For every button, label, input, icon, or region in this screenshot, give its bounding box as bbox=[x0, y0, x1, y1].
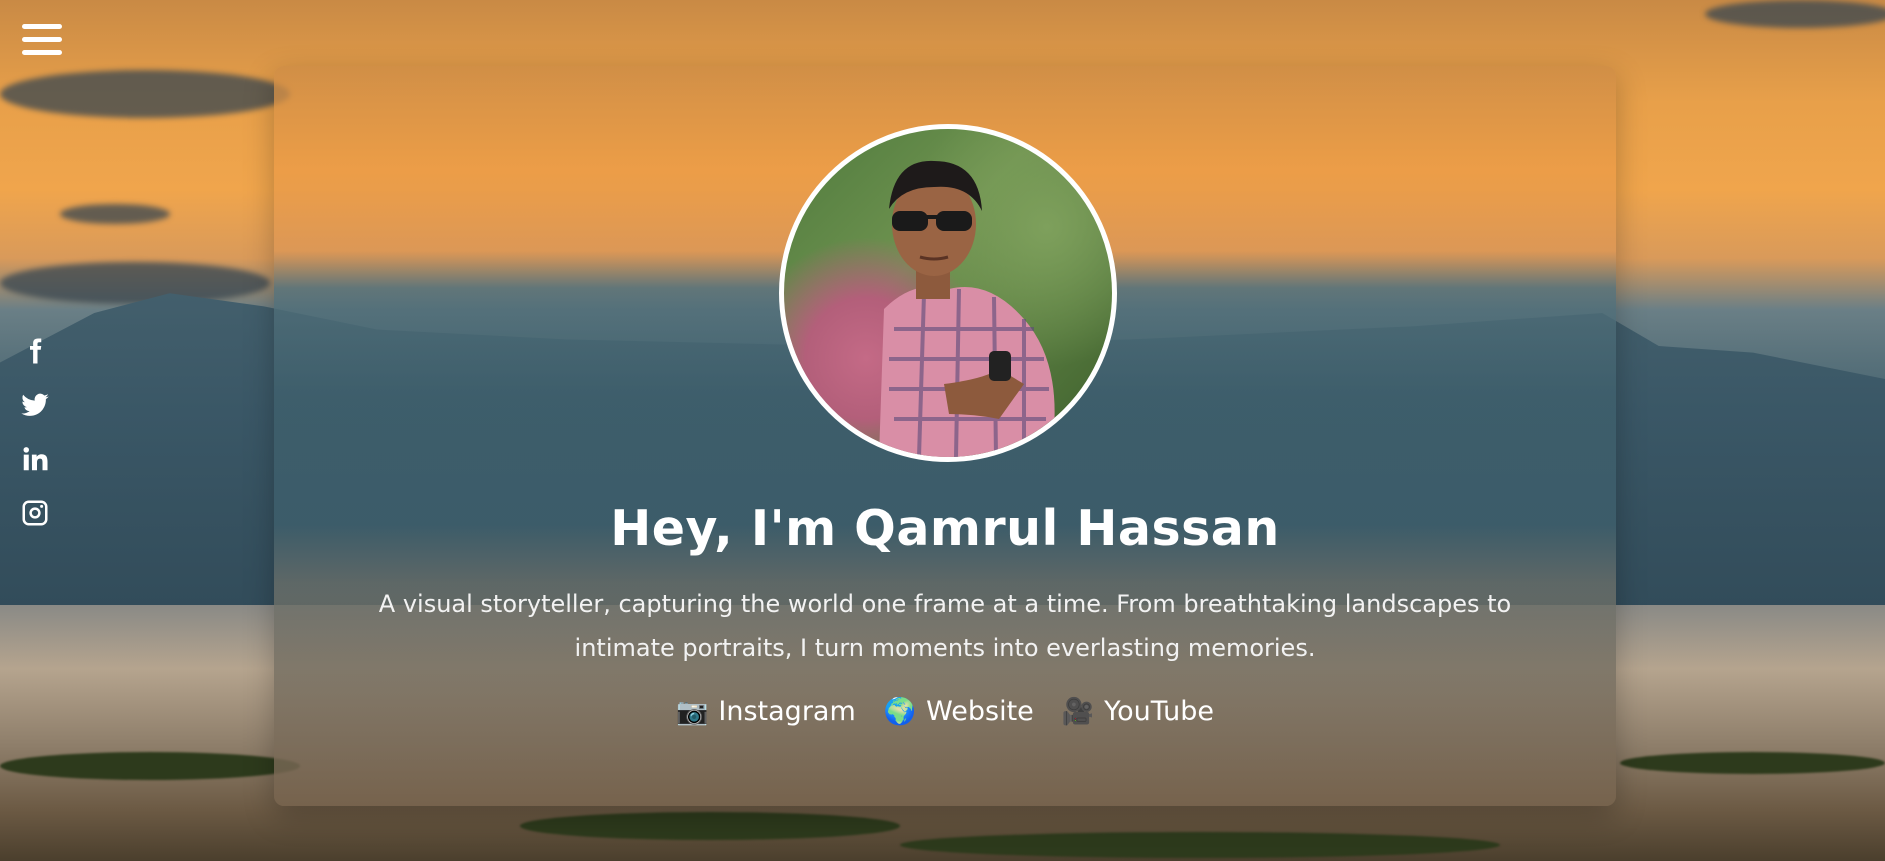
background-cloud bbox=[60, 204, 170, 224]
linkedin-link[interactable] bbox=[20, 444, 52, 476]
linkedin-icon bbox=[23, 447, 48, 471]
twitter-link[interactable] bbox=[20, 390, 52, 422]
youtube-link-button[interactable]: 🎥 YouTube bbox=[1062, 696, 1214, 727]
page-title: Hey, I'm Qamrul Hassan bbox=[610, 500, 1280, 557]
profile-card: Hey, I'm Qamrul Hassan A visual storytel… bbox=[274, 66, 1616, 806]
facebook-link[interactable] bbox=[20, 336, 52, 368]
social-links bbox=[20, 336, 52, 552]
website-link-button[interactable]: 🌍 Website bbox=[884, 696, 1034, 727]
camera-icon: 📷 bbox=[676, 696, 709, 727]
background-cloud bbox=[1705, 0, 1885, 28]
background-weeds bbox=[1620, 752, 1885, 774]
link-label: YouTube bbox=[1104, 696, 1214, 727]
link-label: Website bbox=[926, 696, 1034, 727]
menu-bar bbox=[22, 37, 62, 42]
background-weeds bbox=[900, 832, 1500, 858]
bio-text: A visual storyteller, capturing the worl… bbox=[378, 590, 1512, 662]
avatar-photo bbox=[879, 160, 1055, 457]
hamburger-menu-icon[interactable] bbox=[22, 24, 62, 60]
video-camera-icon: 🎥 bbox=[1061, 696, 1095, 727]
background-weeds bbox=[0, 752, 300, 780]
globe-icon: 🌍 bbox=[883, 696, 917, 727]
avatar bbox=[779, 124, 1117, 462]
facebook-icon bbox=[30, 338, 42, 364]
menu-bar bbox=[22, 24, 62, 29]
background-cloud bbox=[0, 262, 270, 304]
link-list: 📷 Instagram 🌍 Website 🎥 YouTube bbox=[274, 696, 1616, 727]
instagram-icon bbox=[22, 500, 48, 526]
twitter-icon bbox=[21, 393, 49, 416]
page: Hey, I'm Qamrul Hassan A visual storytel… bbox=[0, 0, 1885, 861]
background-cloud bbox=[0, 70, 290, 118]
instagram-link[interactable] bbox=[20, 498, 52, 530]
background-weeds bbox=[520, 812, 900, 840]
menu-bar bbox=[22, 50, 62, 55]
link-label: Instagram bbox=[718, 696, 856, 727]
instagram-link-button[interactable]: 📷 Instagram bbox=[676, 696, 856, 727]
